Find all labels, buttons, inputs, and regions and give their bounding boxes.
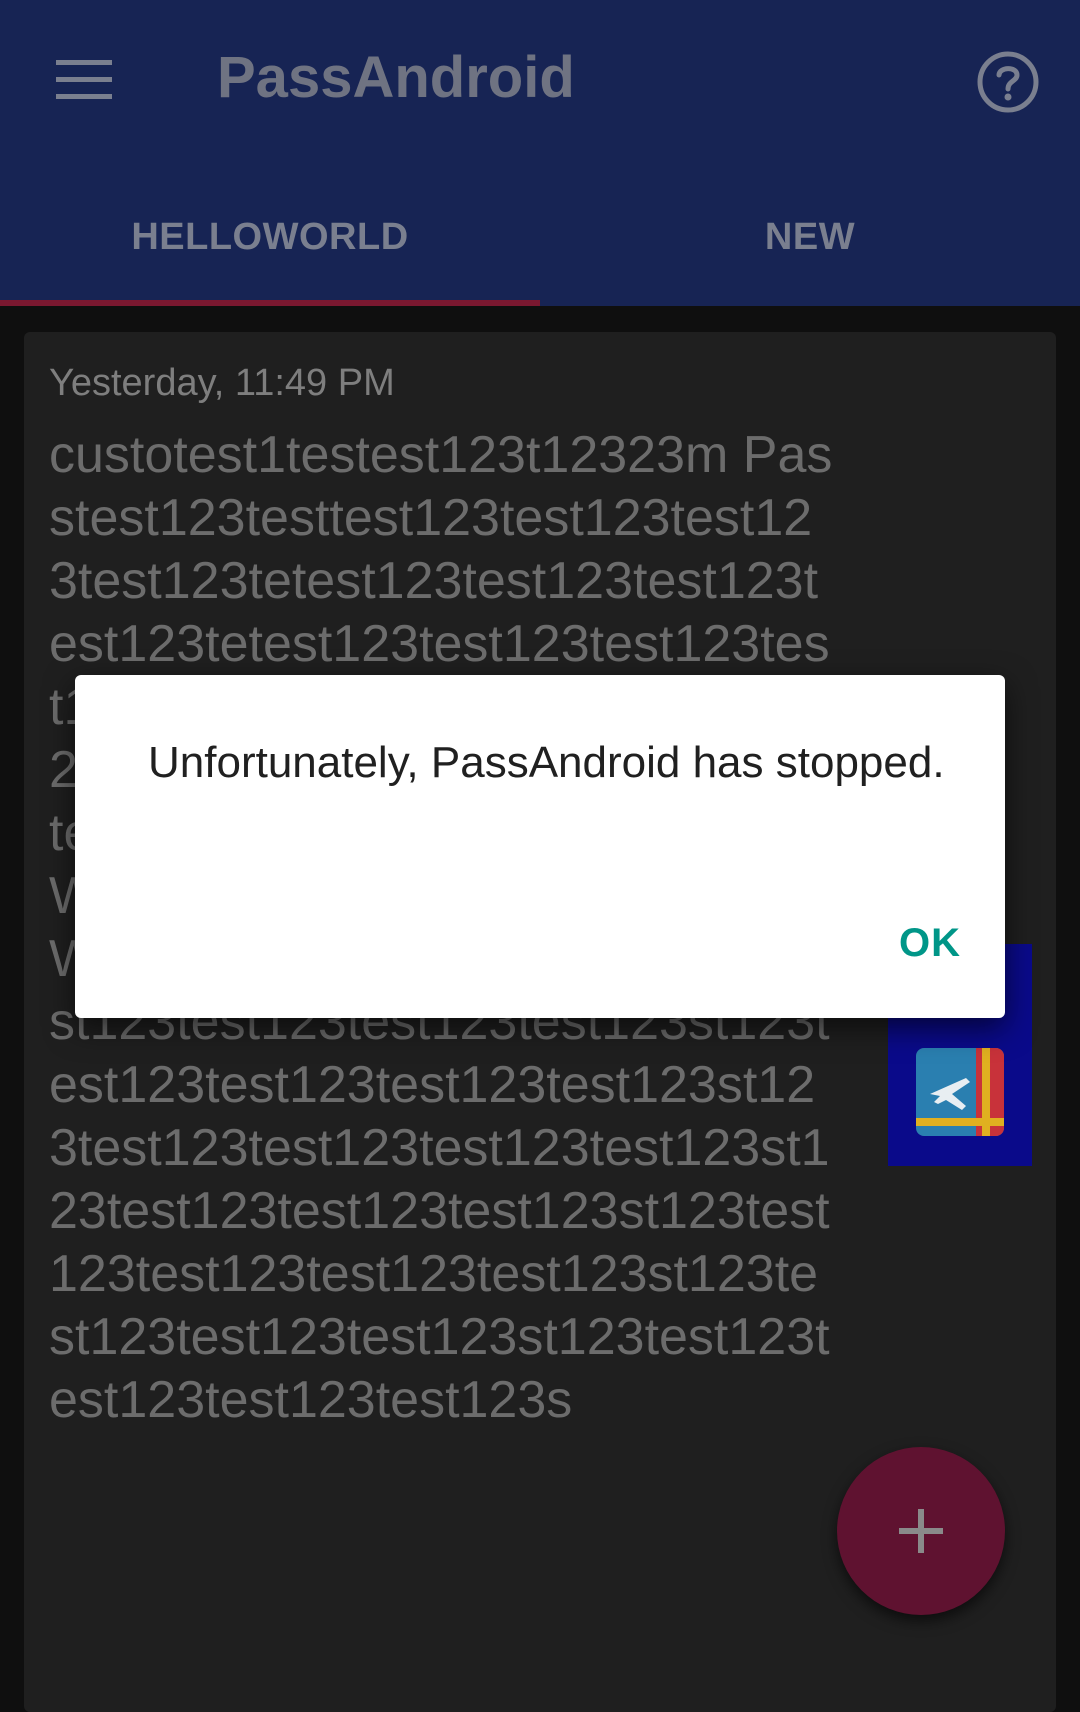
help-circle-icon: [977, 51, 1039, 113]
airplane-ticket-icon: [916, 1048, 1004, 1136]
dialog-message: Unfortunately, PassAndroid has stopped.: [148, 738, 945, 787]
app-bar: PassAndroid HELLOWORLD NEW: [0, 0, 1080, 306]
selected-tab-indicator: [0, 300, 540, 306]
tab-new[interactable]: NEW: [540, 180, 1080, 306]
tab-label: HELLOWORLD: [131, 215, 409, 258]
ok-button[interactable]: OK: [875, 903, 985, 983]
menu-button[interactable]: [40, 30, 128, 130]
hamburger-menu-icon: [56, 60, 112, 99]
pass-timestamp: Yesterday, 11:49 PM: [49, 362, 395, 404]
tab-label: NEW: [764, 215, 856, 258]
tab-helloworld[interactable]: HELLOWORLD: [0, 180, 540, 306]
error-dialog: Unfortunately, PassAndroid has stopped. …: [75, 675, 1005, 1018]
help-button[interactable]: [966, 40, 1050, 124]
add-pass-fab[interactable]: [837, 1447, 1005, 1615]
tab-bar: HELLOWORLD NEW: [0, 180, 1080, 306]
app-title: PassAndroid: [217, 45, 575, 110]
plus-icon: [899, 1509, 943, 1553]
